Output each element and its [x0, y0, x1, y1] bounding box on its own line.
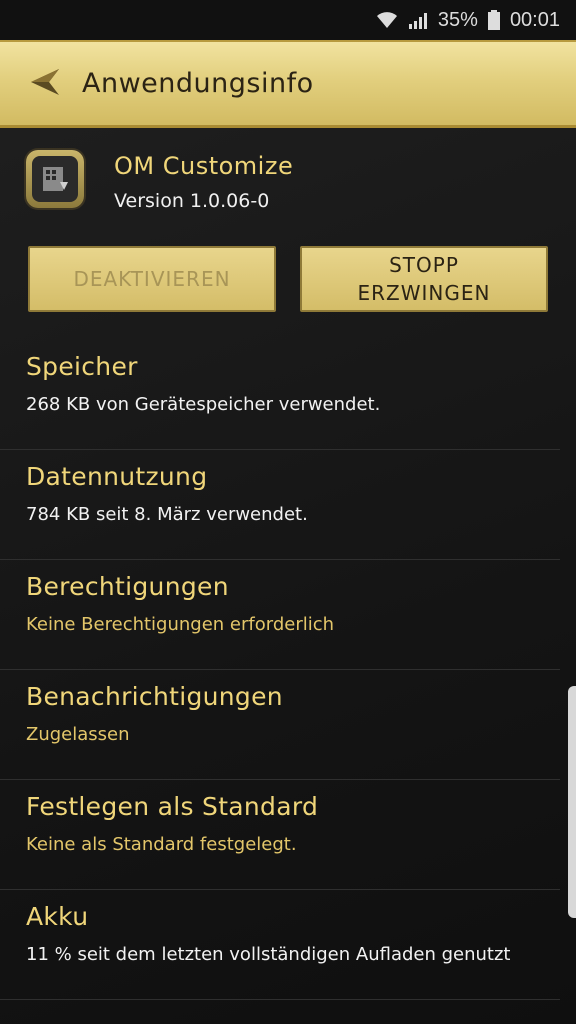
item-subtitle: Keine als Standard festgelegt. — [26, 834, 297, 855]
signal-icon — [408, 11, 428, 29]
item-subtitle: Zugelassen — [26, 724, 130, 745]
force-stop-button[interactable]: STOPP ERZWINGEN — [300, 246, 548, 312]
list-item-storage[interactable]: Speicher 268 KB von Gerätespeicher verwe… — [0, 340, 560, 450]
app-summary: OM Customize Version 1.0.06-0 — [26, 150, 293, 212]
status-bar: 35% 00:01 — [0, 0, 576, 40]
app-info-content: OM Customize Version 1.0.06-0 DEAKTIVIER… — [0, 128, 576, 1024]
clock: 00:01 — [509, 8, 560, 31]
app-icon — [26, 150, 84, 208]
force-stop-label-line2: ERZWINGEN — [357, 281, 491, 305]
app-header: Anwendungsinfo — [0, 40, 576, 128]
item-subtitle: 268 KB von Gerätespeicher verwendet. — [26, 394, 381, 415]
wifi-icon — [376, 11, 398, 29]
page-title: Anwendungsinfo — [82, 68, 314, 99]
item-subtitle: 784 KB seit 8. März verwendet. — [26, 504, 308, 525]
package-icon — [43, 167, 68, 191]
item-title: Datennutzung — [26, 462, 208, 491]
force-stop-label-line1: STOPP — [389, 253, 459, 277]
list-item-permissions[interactable]: Berechtigungen Keine Berechtigungen erfo… — [0, 560, 560, 670]
disable-button[interactable]: DEAKTIVIEREN — [28, 246, 276, 312]
back-button[interactable] — [16, 54, 76, 114]
app-version: Version 1.0.06-0 — [114, 190, 270, 212]
back-arrow-icon — [29, 67, 63, 101]
item-subtitle: 11 % seit dem letzten vollständigen Aufl… — [26, 944, 511, 965]
item-title: Berechtigungen — [26, 572, 229, 601]
item-title: Speicher — [26, 352, 138, 381]
battery-icon — [487, 10, 500, 30]
item-title: Festlegen als Standard — [26, 792, 319, 821]
list-item-set-as-default[interactable]: Festlegen als Standard Keine als Standar… — [0, 780, 560, 890]
item-title: Benachrichtigungen — [26, 682, 283, 711]
list-item-battery[interactable]: Akku 11 % seit dem letzten vollständigen… — [0, 890, 560, 1000]
edge-panel-handle[interactable] — [568, 686, 576, 918]
battery-percent: 35% — [437, 8, 478, 31]
list-item-notifications[interactable]: Benachrichtigungen Zugelassen — [0, 670, 560, 780]
app-name: OM Customize — [114, 152, 294, 180]
item-subtitle: Keine Berechtigungen erforderlich — [26, 614, 335, 635]
list-item-data-usage[interactable]: Datennutzung 784 KB seit 8. März verwend… — [0, 450, 560, 560]
disable-button-label: DEAKTIVIEREN — [73, 267, 231, 291]
item-title: Akku — [26, 902, 89, 931]
